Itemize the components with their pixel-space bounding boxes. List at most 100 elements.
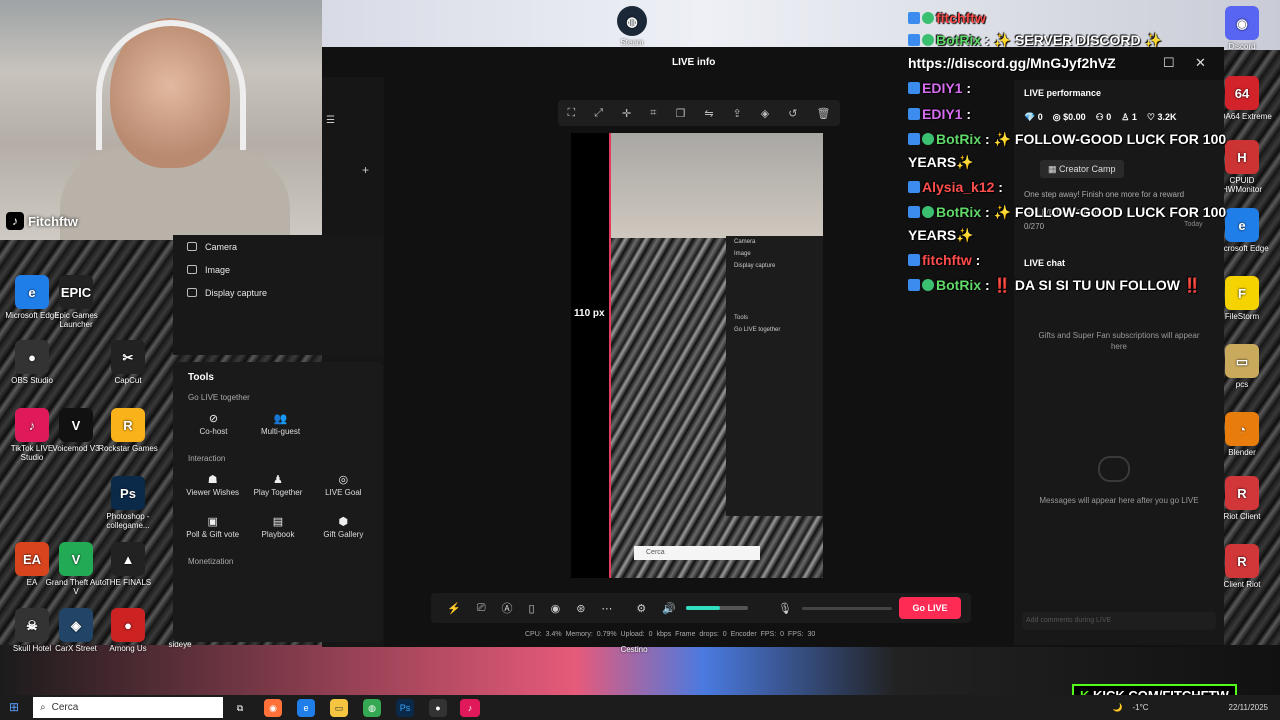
playbook-label: Playbook <box>261 529 295 539</box>
go-live-button[interactable]: Go LIVE <box>899 597 961 619</box>
cohost-button[interactable]: ⊘ Co-host <box>183 406 244 444</box>
comment-input[interactable]: Add comments during LIVE <box>1022 612 1216 630</box>
ai-icon[interactable]: Ⓐ <box>502 600 513 616</box>
record-icon[interactable]: ◉ <box>551 602 561 615</box>
app-icon: R <box>111 408 145 442</box>
source-label: Display capture <box>205 287 268 298</box>
add-scene-icon[interactable]: + <box>362 163 369 177</box>
task-view-icon[interactable]: ⧉ <box>231 699 249 717</box>
fullscreen-icon[interactable]: ⛶ <box>568 107 576 120</box>
flip-icon[interactable]: ⇋ <box>704 107 713 120</box>
person-icon: ♟ <box>273 473 283 486</box>
app-icon: ▲ <box>111 542 145 576</box>
verified-badge-icon <box>922 12 934 24</box>
list-icon[interactable]: ☰ <box>326 115 335 126</box>
monitor-icon <box>187 288 197 297</box>
preview-canvas[interactable]: Camera Image Display capture Tools Go LI… <box>571 133 823 578</box>
app-icon: ● <box>111 608 145 642</box>
book-icon: ▤ <box>272 515 284 528</box>
desktop-icon-recycle-bin[interactable]: Cestino <box>602 645 666 654</box>
firefox-icon[interactable]: ◉ <box>264 699 282 717</box>
rotate-icon[interactable]: ↺ <box>788 107 797 120</box>
chat-overlay: fitchftw BotRix : ✨ SERVER DISCORD ✨ EDI… <box>906 10 1226 310</box>
edge-icon[interactable]: e <box>297 699 315 717</box>
tools-panel: Tools Go LIVE together ⊘ Co-host 👥 Multi-g… <box>173 362 383 642</box>
desktop-icon-label: THE FINALS <box>104 578 152 587</box>
app-icon: V <box>59 542 93 576</box>
copy-icon[interactable]: ❐ <box>675 107 685 120</box>
chat-user: BotRix <box>936 131 982 147</box>
verified-badge-icon <box>922 279 934 291</box>
kick-badge-icon <box>908 279 920 291</box>
desktop-icon-steam[interactable]: ◍ Steam <box>600 6 664 47</box>
taskbar-search[interactable]: ⌕ Cerca <box>33 697 223 718</box>
phone-icon[interactable]: ▯ <box>529 602 535 615</box>
play-together-label: Play Together <box>253 487 303 497</box>
chat-user: EDIY1 <box>922 106 963 122</box>
resize-icon[interactable]: ⤢ <box>594 107 603 120</box>
windows-start-icon[interactable]: ⊞ <box>9 701 22 714</box>
play-together-button[interactable]: ♟ Play Together <box>248 467 307 505</box>
file-explorer-icon[interactable]: ▭ <box>330 699 348 717</box>
webcam-headset <box>96 20 246 150</box>
poll-gift-vote-button[interactable]: ▣ Poll & Gift vote <box>183 509 242 547</box>
delete-icon[interactable]: 🗑 <box>816 107 830 120</box>
source-display-capture[interactable]: Display capture <box>173 281 383 304</box>
chat-text: : ✨ SERVER DISCORD ✨ <box>981 32 1162 48</box>
photoshop-icon[interactable]: Ps <box>396 699 414 717</box>
chat-text: : ✨ FOLLOW-GOOD LUCK FOR 100 <box>981 204 1227 220</box>
screen-icon[interactable]: ⎚ <box>477 602 486 615</box>
gift-gallery-button[interactable]: ⬢ Gift Gallery <box>314 509 373 547</box>
gift-icon: ⬢ <box>338 515 349 528</box>
kick-badge-icon <box>908 206 920 218</box>
playbook-button[interactable]: ▤ Playbook <box>248 509 307 547</box>
replay-icon[interactable]: ⊛ <box>576 602 585 615</box>
chrome-icon[interactable]: ◍ <box>363 699 381 717</box>
chat-user: fitchftw <box>936 10 986 26</box>
desktop-icon[interactable]: ▲ THE FINALS <box>96 542 160 587</box>
interaction-heading: Interaction <box>188 454 226 463</box>
tiktok-studio-taskbar-icon[interactable]: ♪ <box>460 699 480 717</box>
desktop-icon[interactable]: Ps Photoshop - collegame... <box>96 476 160 530</box>
chat-user: BotRix <box>936 204 982 220</box>
layer-up-icon[interactable]: ⇪ <box>733 107 742 120</box>
crop-icon[interactable]: ⌗ <box>650 107 656 120</box>
chat-line: BotRix : ✨ FOLLOW-GOOD LUCK FOR 100 <box>908 204 1226 221</box>
desktop-icon[interactable]: ✂ CapCut <box>96 340 160 385</box>
studio-title: LIVE info <box>672 57 716 68</box>
app-icon: ◉ <box>1225 6 1259 40</box>
canvas-text: Display capture <box>734 263 776 269</box>
speaker-icon[interactable]: 🔊 <box>662 602 676 615</box>
chat-bubble-icon <box>1098 456 1130 482</box>
source-image[interactable]: Image <box>173 258 383 281</box>
obs-icon[interactable]: ● <box>429 699 447 717</box>
app-icon: ◔ <box>1225 412 1259 446</box>
chat-line: BotRix : ‼️ DA SI SI TU UN FOLLOW ‼️ <box>908 277 1201 294</box>
desktop-icon[interactable]: EPIC Epic Games Launcher <box>44 275 108 329</box>
desktop-icon[interactable]: V Voicemod V3 <box>44 408 108 453</box>
canvas-selection-border <box>609 133 611 578</box>
multiguest-button[interactable]: 👥 Multi-guest <box>250 406 311 444</box>
mic-volume-slider[interactable] <box>801 606 892 610</box>
kick-badge-icon <box>908 133 920 145</box>
viewer-wishes-button[interactable]: ☗ Viewer Wishes <box>183 467 242 505</box>
desktop-icon[interactable]: ● OBS Studio <box>0 340 64 385</box>
magic-icon[interactable]: ⚡ <box>447 602 461 615</box>
live-goal-button[interactable]: ◎ LIVE Goal <box>314 467 373 505</box>
speaker-volume-slider[interactable] <box>685 606 748 610</box>
wishes-icon: ☗ <box>207 473 218 486</box>
microphone-icon[interactable]: 🎙 <box>778 602 792 615</box>
weather-icon: 🌙 <box>1112 703 1123 712</box>
chat-text: : <box>962 106 972 122</box>
chat-line: YEARS✨ <box>908 154 974 170</box>
app-icon: R <box>1225 476 1259 510</box>
canvas-size-label: 110 px <box>574 308 605 319</box>
layer-down-icon[interactable]: ◈ <box>761 107 769 120</box>
source-camera[interactable]: Camera <box>173 235 383 258</box>
canvas-text: Camera <box>734 239 756 245</box>
more-icon[interactable]: ⋯ <box>601 602 612 615</box>
settings-sliders-icon[interactable]: ⚙ <box>636 602 646 615</box>
center-icon[interactable]: ✛ <box>622 107 631 120</box>
kick-badge-icon <box>908 82 920 94</box>
kick-badge-icon <box>908 181 920 193</box>
